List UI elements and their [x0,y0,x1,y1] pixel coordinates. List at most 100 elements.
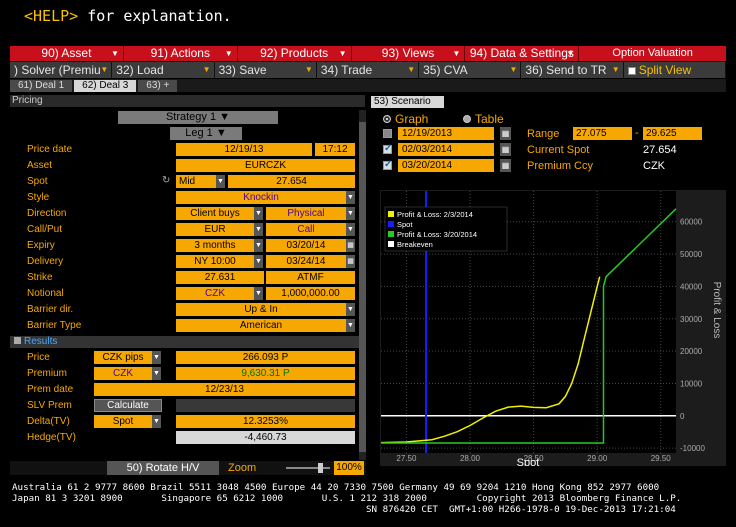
trade-button[interactable]: 34) Trade ▼ [317,62,420,78]
scenario-date-2[interactable]: 02/03/2014 [398,143,494,156]
spot-side-select[interactable]: Mid [176,175,216,188]
main-menu-bar: 90) Asset ▼ 91) Actions ▼ 92) Products ▼ 93… [10,46,726,61]
scenario-date-3[interactable]: 03/20/2014 [398,159,494,172]
table-radio[interactable]: Table [463,112,504,126]
y-axis-label: Profit & Loss [711,282,722,339]
tab-deal-3[interactable]: 62) Deal 3 [74,80,137,92]
rotate-button[interactable]: 50) Rotate H/V [107,461,219,475]
menu-asset[interactable]: 90) Asset ▼ [10,46,124,61]
radio-icon [463,115,471,123]
date1-checkbox[interactable] [383,129,392,138]
tab-add-deal[interactable]: 63) + [138,80,178,92]
zoom-slider[interactable] [286,467,330,469]
calendar-icon[interactable]: ▦ [500,159,511,172]
chevron-down-icon[interactable]: ▼ [346,207,355,220]
chevron-down-icon[interactable]: ▼ [254,207,263,220]
chevron-down-icon[interactable]: ▼ [346,303,355,316]
menu-products[interactable]: 92) Products ▼ [238,46,352,61]
menu-actions[interactable]: 91) Actions ▼ [124,46,238,61]
date2-checkbox[interactable] [383,143,392,154]
zoom-slider-thumb[interactable] [318,463,323,473]
deal-tabs: 61) Deal 1 62) Deal 3 63) + [10,79,726,92]
calculate-button[interactable]: Calculate [94,399,162,412]
help-key[interactable]: <HELP> [24,7,78,25]
expiry-date-field[interactable]: 03/20/14 [266,239,346,252]
save-button[interactable]: 33) Save ▼ [215,62,317,78]
calendar-icon[interactable]: ▦ [346,255,355,268]
chevron-down-icon[interactable]: ▼ [254,287,263,300]
y-tick-label: 10000 [680,379,703,388]
strategy-selector[interactable]: Strategy 1 ▼ [118,111,278,124]
chevron-down-icon: ▼ [202,65,211,74]
chevron-down-icon[interactable]: ▼ [254,255,263,268]
date3-checkbox[interactable] [383,159,392,170]
leg-selector[interactable]: Leg 1 ▼ [170,127,242,140]
asset-field[interactable]: EURCZK [176,159,355,172]
scenario-date-1[interactable]: 12/19/2013 [398,127,494,140]
y-tick-label: -10000 [680,444,705,453]
hedge-value: -4,460.73 [176,431,355,444]
menu-data-settings[interactable]: 94) Data & Settings ▼ [465,46,580,61]
chevron-down-icon: ▼ [338,49,347,58]
callput-select[interactable]: Call [266,223,346,236]
results-section-header[interactable]: Results [10,336,366,348]
graph-radio[interactable]: Graph [383,112,428,126]
y-tick-label: 0 [680,412,685,421]
calendar-icon[interactable]: ▦ [500,143,511,156]
strike-field[interactable]: 27.631 [176,271,264,284]
label-asset: Asset [27,160,53,171]
chevron-down-icon[interactable]: ▼ [254,223,263,236]
barrier-type-select[interactable]: American [176,319,346,332]
chevron-down-icon[interactable]: ▼ [216,175,225,188]
notional-field[interactable]: 1,000,000.00 [266,287,355,300]
left-scrollbar[interactable] [359,110,366,460]
scrollbar-thumb[interactable] [359,122,366,452]
range-from-field[interactable]: 27.075 [573,127,632,140]
range-to-field[interactable]: 29.625 [643,127,702,140]
strike-type-field[interactable]: ATMF [266,271,355,284]
settlement-select[interactable]: Physical [266,207,346,220]
range-dash: - [635,127,639,139]
label-premium: Premium [27,368,68,379]
solver-button[interactable]: ) Solver (Premiu ▼ [10,62,113,78]
chevron-down-icon[interactable]: ▼ [152,351,161,364]
cva-button[interactable]: 35) CVA ▼ [419,62,522,78]
option-ccy-select[interactable]: EUR [176,223,254,236]
delivery-time-field[interactable]: NY 10:00 [176,255,254,268]
chevron-down-icon[interactable]: ▼ [346,191,355,204]
chevron-down-icon: ▼ [611,65,620,74]
load-button[interactable]: 32) Load ▼ [112,62,215,78]
direction-select[interactable]: Client buys [176,207,254,220]
chevron-down-icon[interactable]: ▼ [346,319,355,332]
expiry-tenor-field[interactable]: 3 months [176,239,254,252]
notional-ccy-select[interactable]: CZK [176,287,254,300]
zoom-select[interactable]: 100% [334,461,364,475]
delivery-date-field[interactable]: 03/24/14 [266,255,346,268]
x-tick-label: 27.50 [396,454,417,463]
price-unit-select[interactable]: CZK pips [94,351,152,364]
chevron-down-icon[interactable]: ▼ [254,239,263,252]
refresh-icon[interactable]: ↻ [162,175,170,186]
premium-ccy-select[interactable]: CZK [94,367,152,380]
premium-ccy-value: CZK [643,160,665,172]
menu-views[interactable]: 93) Views ▼ [352,46,466,61]
chevron-down-icon[interactable]: ▼ [152,367,161,380]
y-tick-label: 30000 [680,315,703,324]
barrier-dir-select[interactable]: Up & In [176,303,346,316]
tab-deal-1[interactable]: 61) Deal 1 [10,80,73,92]
chart-legend: Profit & Loss: 2/3/2014SpotProfit & Loss… [384,206,508,252]
delta-type-select[interactable]: Spot [94,415,152,428]
prem-date-field[interactable]: 12/23/13 [94,383,355,396]
chevron-down-icon[interactable]: ▼ [152,415,161,428]
spot-field[interactable]: 27.654 [228,175,355,188]
chevron-down-icon: ▼ [100,65,109,74]
chevron-down-icon[interactable]: ▼ [346,223,355,236]
calendar-icon[interactable]: ▦ [500,127,511,140]
price-time-field[interactable]: 17:12 [315,143,355,156]
calendar-icon[interactable]: ▦ [346,239,355,252]
send-to-tr-button[interactable]: 36) Send to TR ▼ [521,62,624,78]
tab-scenario[interactable]: 53) Scenario [371,96,444,108]
split-view-toggle[interactable]: Split View [624,62,726,78]
price-date-field[interactable]: 12/19/13 [176,143,312,156]
style-select[interactable]: Knockin [176,191,346,204]
